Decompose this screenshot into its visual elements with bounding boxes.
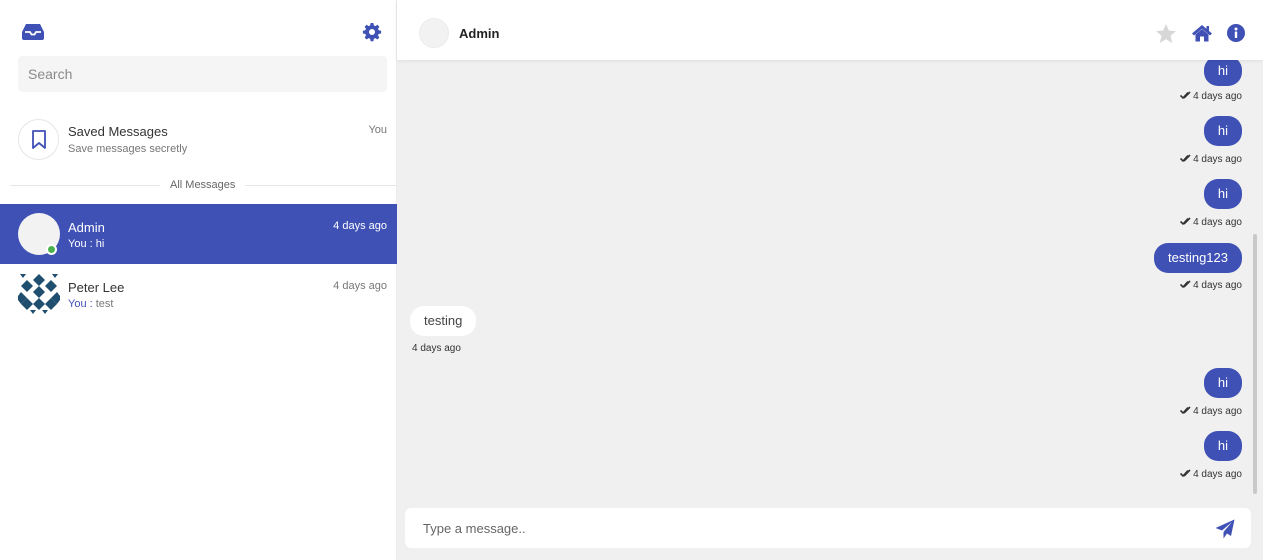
message-meta: 4 days ago [1179,406,1242,417]
message-time: 4 days ago [1193,406,1242,417]
message-bubble-outgoing: testing123 [1154,243,1242,273]
message-time: 4 days ago [412,343,461,354]
last-message-text: test [95,298,114,310]
inbox-icon[interactable] [22,22,44,40]
sidebar-header [0,0,396,56]
saved-messages-title: Saved Messages [68,124,168,139]
saved-messages-avatar [18,119,59,160]
send-icon[interactable] [1215,519,1235,539]
double-check-icon [1179,217,1191,226]
sidebar: Saved Messages Save messages secretly Yo… [0,0,397,560]
message-list[interactable]: hi 4 days ago hi 4 days ago hi 4 days ag… [397,56,1263,500]
last-message-text: hi [95,238,105,250]
all-messages-label: All Messages [160,179,246,191]
message-meta: 4 days ago [1179,91,1242,102]
chat-header: Admin [397,0,1263,60]
message-bubble-outgoing: hi [1203,431,1242,461]
message-time: 4 days ago [1193,280,1242,291]
chat-item-admin[interactable]: Admin You : hi 4 days ago [0,204,397,264]
home-icon[interactable] [1191,24,1213,42]
message-time: 4 days ago [1193,217,1242,228]
double-check-icon [1179,280,1191,289]
avatar [18,272,60,314]
message-meta: 4 days ago [1179,217,1242,228]
message-time: 4 days ago [1193,91,1242,102]
chat-panel: Admin hi 4 days ago hi 4 days ago hi 4 d… [397,0,1263,560]
double-check-icon [1179,91,1191,100]
double-check-icon [1179,469,1191,478]
message-bubble-outgoing: hi [1203,116,1242,146]
message-bubble-incoming: testing [410,306,477,336]
message-bubble-outgoing: hi [1203,179,1242,209]
scrollbar[interactable] [1253,234,1257,494]
double-check-icon [1179,406,1191,415]
message-meta: 4 days ago [1179,469,1242,480]
double-check-icon [1179,154,1191,163]
message-meta: 4 days ago [412,343,461,354]
message-bubble-outgoing: hi [1203,368,1242,398]
message-meta: 4 days ago [1179,154,1242,165]
saved-messages-subtitle: Save messages secretly [68,143,188,155]
star-icon[interactable] [1156,24,1176,43]
chat-app: Saved Messages Save messages secretly Yo… [0,0,1263,560]
chat-item-peter-lee[interactable]: Peter Lee You : test 4 days ago [0,264,397,324]
chat-item-name: Admin [68,220,105,235]
chat-item-time: 4 days ago [333,220,387,232]
chat-item-last-message: You : hi [68,238,104,250]
avatar[interactable] [419,18,449,48]
message-meta: 4 days ago [1179,280,1242,291]
info-icon[interactable] [1227,24,1245,42]
message-time: 4 days ago [1193,469,1242,480]
saved-messages-item[interactable]: Saved Messages Save messages secretly Yo… [0,112,397,168]
bookmark-icon [32,130,46,149]
search-input[interactable] [18,56,387,92]
message-input[interactable] [405,508,1185,548]
chat-item-time: 4 days ago [333,280,387,292]
message-bubble-outgoing: hi [1203,56,1242,86]
chat-header-name: Admin [459,26,500,41]
you-prefix: You : [68,238,93,250]
chat-item-last-message: You : test [68,298,113,310]
you-prefix: You : [68,298,93,310]
online-status-dot [46,244,57,255]
gear-icon[interactable] [362,22,382,42]
saved-messages-tag: You [368,124,387,136]
chat-item-name: Peter Lee [68,280,125,295]
message-composer [405,508,1251,548]
message-time: 4 days ago [1193,154,1242,165]
